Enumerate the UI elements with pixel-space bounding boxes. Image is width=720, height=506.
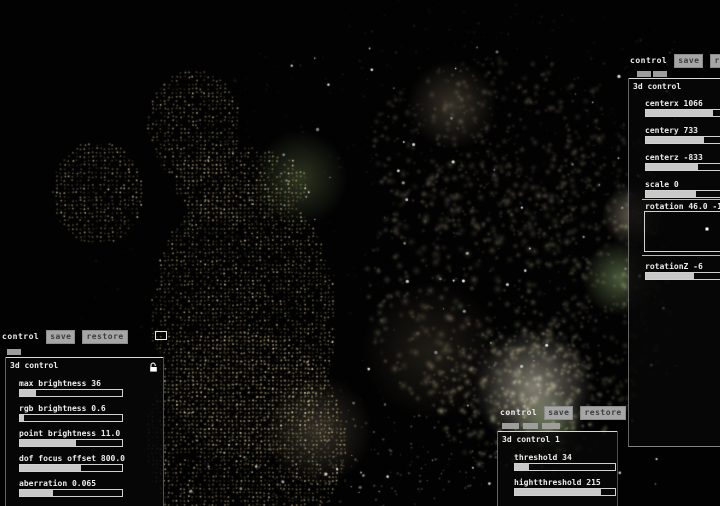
slider-track[interactable] — [514, 463, 616, 471]
slider-label: hightthreshold 215 — [514, 478, 616, 487]
slider-centerz: centerz -833 — [642, 153, 720, 171]
slider-fill[interactable] — [20, 390, 36, 396]
slider-track[interactable] — [645, 109, 720, 117]
slider-track[interactable] — [514, 488, 616, 496]
panel-title: 3d control — [629, 78, 720, 92]
slider-centerx: centerx 1066 — [642, 99, 720, 117]
app-viewport: control save restore 3d control centerx … — [0, 0, 720, 506]
slider-fill[interactable] — [20, 440, 76, 446]
slider-fill[interactable] — [20, 415, 24, 421]
slider-label: centerx 1066 — [645, 99, 720, 108]
panel-tab-icon[interactable] — [542, 423, 560, 429]
rotation-2d-pad[interactable] — [644, 211, 720, 252]
slider-track[interactable] — [645, 136, 720, 144]
slider-label: scale 0 — [645, 180, 720, 189]
control-bar-label: control — [500, 408, 537, 417]
slider-threshold: threshold 34 — [511, 453, 616, 471]
slider-max-brightness: max brightness 36 — [16, 379, 123, 397]
slider-fill[interactable] — [515, 489, 601, 495]
slider-label: point brightness 11.0 — [19, 429, 123, 438]
slider-track[interactable] — [19, 439, 123, 447]
panel-title: 3d control — [6, 357, 163, 371]
slider-dof-focus-offset: dof focus offset 800.0 — [16, 454, 125, 472]
control-bar-bottom-mid: control save restore — [500, 406, 626, 420]
divider — [642, 255, 720, 256]
slider-track[interactable] — [19, 414, 123, 422]
slider-track[interactable] — [19, 464, 123, 472]
slider-label: rotationZ -6 — [645, 262, 720, 271]
save-button[interactable]: save — [46, 330, 75, 344]
restore-button[interactable]: restore — [710, 54, 720, 68]
save-button[interactable]: save — [674, 54, 703, 68]
slider-track[interactable] — [19, 389, 123, 397]
control-bar-bottom-left: control save restore — [2, 330, 128, 344]
slider-label: dof focus offset 800.0 — [19, 454, 125, 463]
slider-point-brightness: point brightness 11.0 — [16, 429, 123, 447]
slider-fill[interactable] — [646, 191, 696, 197]
panel-tab-icon[interactable] — [637, 71, 651, 77]
panel-3d-control-left: 3d control max brightness 36 rgb brightn… — [5, 357, 164, 506]
slider-fill[interactable] — [20, 490, 53, 496]
collapse-box-icon[interactable] — [155, 331, 167, 340]
slider-rgb-brightness: rgb brightness 0.6 — [16, 404, 123, 422]
slider-fill[interactable] — [646, 137, 704, 143]
slider-fill[interactable] — [646, 164, 698, 170]
slider-track[interactable] — [645, 272, 720, 280]
restore-button[interactable]: restore — [580, 406, 625, 420]
slider-track[interactable] — [19, 489, 123, 497]
slider-hightthreshold: hightthreshold 215 — [511, 478, 616, 496]
slider-track[interactable] — [645, 163, 720, 171]
slider-label: aberration 0.065 — [19, 479, 123, 488]
panel-tab-icon[interactable] — [653, 71, 667, 77]
save-button[interactable]: save — [544, 406, 573, 420]
control-bar-label: control — [630, 56, 667, 65]
slider-rotationz: rotationZ -6 — [642, 262, 720, 280]
panel-3d-control-right: 3d control centerx 1066 centery 733 cent… — [628, 78, 720, 447]
slider-label: rgb brightness 0.6 — [19, 404, 123, 413]
slider-label: threshold 34 — [514, 453, 616, 462]
slider-centery: centery 733 — [642, 126, 720, 144]
slider-label: max brightness 36 — [19, 379, 123, 388]
panel-tab-icon[interactable] — [502, 423, 519, 429]
slider-fill[interactable] — [646, 273, 694, 279]
panel-tab-icon[interactable] — [7, 349, 21, 355]
slider-track[interactable] — [645, 190, 720, 198]
slider-label: centery 733 — [645, 126, 720, 135]
restore-button[interactable]: restore — [82, 330, 127, 344]
panel-3d-control-1: 3d control 1 threshold 34 hightthreshold… — [497, 431, 618, 506]
control-bar-label: control — [2, 332, 39, 341]
slider-scale: scale 0 — [642, 180, 720, 198]
pad-cursor-dot[interactable] — [706, 227, 709, 230]
divider — [642, 199, 720, 200]
slider-aberration: aberration 0.065 — [16, 479, 123, 497]
slider-fill[interactable] — [515, 464, 529, 470]
control-bar-top-right: control save restore — [630, 54, 720, 68]
panel-tab-icon[interactable] — [523, 423, 538, 429]
panel-title: 3d control 1 — [498, 431, 617, 445]
lock-icon[interactable] — [148, 362, 159, 373]
slider-fill[interactable] — [646, 110, 713, 116]
slider-label: rotation 46.0 -13 — [645, 202, 720, 211]
slider-fill[interactable] — [20, 465, 81, 471]
slider-label: centerz -833 — [645, 153, 720, 162]
